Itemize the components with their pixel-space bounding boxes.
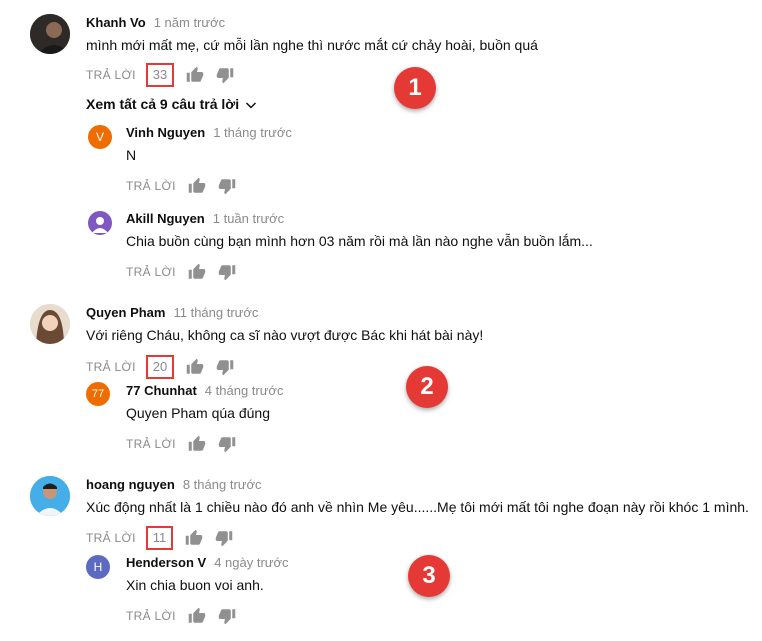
reply-actions: TRẢ LỜI xyxy=(126,434,236,454)
timestamp[interactable]: 8 tháng trước xyxy=(183,477,262,492)
reply-actions: TRẢ LỜI xyxy=(126,606,236,626)
reply-header: Henderson V 4 ngày trước xyxy=(126,555,289,570)
comment-text: mình mới mất mẹ, cứ mỗi lần nghe thì nướ… xyxy=(86,37,538,53)
reply-button[interactable]: TRẢ LỜI xyxy=(86,360,136,374)
author-name[interactable]: Henderson V xyxy=(126,555,206,570)
like-count: 33 xyxy=(145,63,175,87)
thumbs-up-icon[interactable] xyxy=(186,358,204,376)
view-replies-label: Xem tất cả 9 câu trả lời xyxy=(86,96,240,112)
reply-text: Quyen Pham qúa đúng xyxy=(126,405,270,421)
reply-text: Xin chia buon voi anh. xyxy=(126,577,264,593)
reply-button[interactable]: TRẢ LỜI xyxy=(126,179,176,193)
author-name[interactable]: Quyen Pham xyxy=(86,305,165,320)
reply-actions: TRẢ LỜI xyxy=(126,262,236,282)
timestamp[interactable]: 1 năm trước xyxy=(154,15,225,30)
reply-header: Akill Nguyen 1 tuần trước xyxy=(126,211,284,226)
timestamp[interactable]: 4 tháng trước xyxy=(205,383,284,398)
thumbs-up-icon[interactable] xyxy=(188,435,206,453)
thumbs-down-icon[interactable] xyxy=(216,358,234,376)
reply-button[interactable]: TRẢ LỜI xyxy=(126,437,176,451)
reply-actions: TRẢ LỜI xyxy=(126,176,236,196)
author-name[interactable]: 77 Chunhat xyxy=(126,383,197,398)
avatar-vinh-nguyen[interactable]: V xyxy=(88,125,112,149)
timestamp[interactable]: 1 tuần trước xyxy=(213,211,284,226)
thumbs-down-icon[interactable] xyxy=(218,435,236,453)
thumbs-down-icon[interactable] xyxy=(216,66,234,84)
reply-header: Vinh Nguyen 1 tháng trước xyxy=(126,125,292,140)
thumbs-down-icon[interactable] xyxy=(215,529,233,547)
reply-header: 77 Chunhat 4 tháng trước xyxy=(126,383,283,398)
person-icon xyxy=(92,217,108,233)
comment-actions: TRẢ LỜI 11 xyxy=(86,526,233,550)
thumbs-up-icon[interactable] xyxy=(188,177,206,195)
reply-text: N xyxy=(126,147,137,163)
avatar-77-chunhat[interactable]: 77 xyxy=(86,382,110,406)
annotation-marker: 1 xyxy=(394,67,436,109)
view-replies-button[interactable]: Xem tất cả 9 câu trả lời xyxy=(86,96,257,112)
comment-actions: TRẢ LỜI 33 xyxy=(86,63,234,87)
chevron-down-icon xyxy=(246,102,257,109)
comment-header: hoang nguyen 8 tháng trước xyxy=(86,477,262,492)
avatar-khanh-vo[interactable] xyxy=(30,14,70,54)
like-count: 20 xyxy=(145,355,175,379)
reply-text: Chia buồn cùng bạn mình hơn 03 năm rồi m… xyxy=(126,233,593,249)
reply-button[interactable]: TRẢ LỜI xyxy=(126,609,176,623)
thumbs-down-icon[interactable] xyxy=(218,607,236,625)
thumbs-up-icon[interactable] xyxy=(188,607,206,625)
author-name[interactable]: hoang nguyen xyxy=(86,477,175,492)
avatar-hoang-nguyen[interactable] xyxy=(30,476,70,516)
author-name[interactable]: Vinh Nguyen xyxy=(126,125,205,140)
comment-text: Với riêng Cháu, không ca sĩ nào vượt đượ… xyxy=(86,327,484,343)
comment-header: Khanh Vo 1 năm trước xyxy=(86,15,225,30)
author-name[interactable]: Akill Nguyen xyxy=(126,211,205,226)
comment-actions: TRẢ LỜI 20 xyxy=(86,355,234,379)
thumbs-down-icon[interactable] xyxy=(218,263,236,281)
author-name[interactable]: Khanh Vo xyxy=(86,15,146,30)
avatar-quyen-pham[interactable] xyxy=(30,304,70,344)
timestamp[interactable]: 4 ngày trước xyxy=(214,555,288,570)
avatar-akill-nguyen[interactable] xyxy=(88,211,112,235)
thumbs-down-icon[interactable] xyxy=(218,177,236,195)
comment-header: Quyen Pham 11 tháng trước xyxy=(86,305,258,320)
thumbs-up-icon[interactable] xyxy=(185,529,203,547)
reply-button[interactable]: TRẢ LỜI xyxy=(126,265,176,279)
reply-button[interactable]: TRẢ LỜI xyxy=(86,531,136,545)
reply-button[interactable]: TRẢ LỜI xyxy=(86,68,136,82)
thumbs-up-icon[interactable] xyxy=(186,66,204,84)
like-count: 11 xyxy=(145,526,174,550)
comment-text: Xúc động nhất là 1 chiều nào đó anh về n… xyxy=(86,499,749,515)
annotation-marker: 3 xyxy=(408,555,450,597)
avatar-henderson-v[interactable]: H xyxy=(86,555,110,579)
timestamp[interactable]: 1 tháng trước xyxy=(213,125,292,140)
annotation-marker: 2 xyxy=(406,366,448,408)
timestamp[interactable]: 11 tháng trước xyxy=(173,305,258,320)
thumbs-up-icon[interactable] xyxy=(188,263,206,281)
